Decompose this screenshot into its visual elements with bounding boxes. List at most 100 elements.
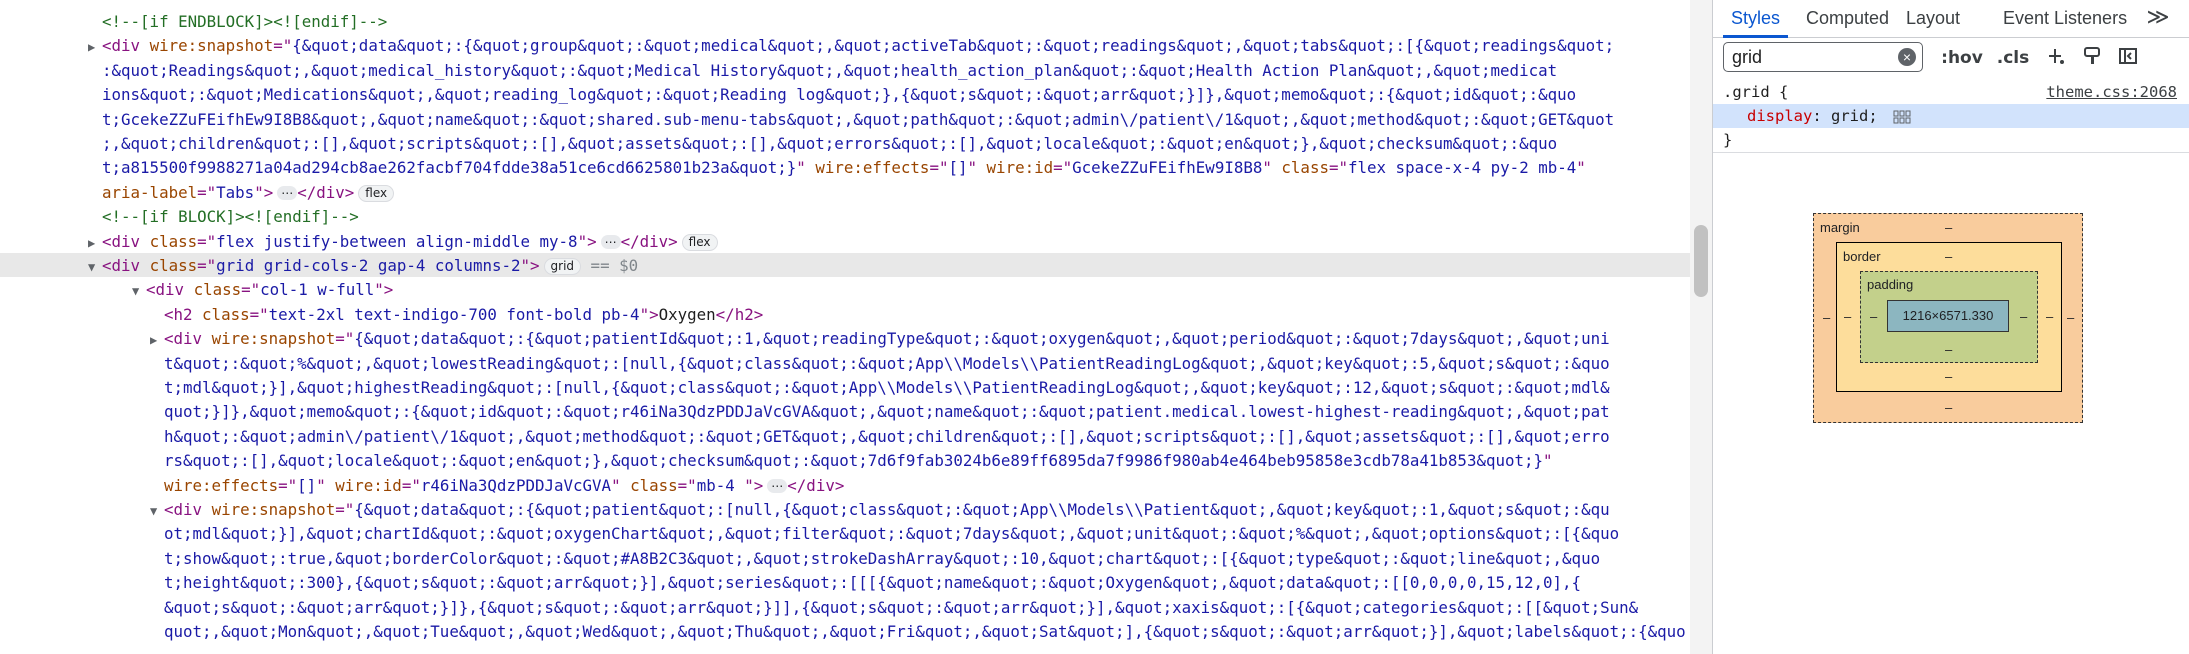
border-left-value: – <box>1844 309 1852 324</box>
layout-badge[interactable]: flex <box>358 184 395 202</box>
scrollbar-thumb[interactable] <box>1694 225 1708 297</box>
collapse-triangle-icon[interactable]: ▼ <box>150 499 164 523</box>
attr-value-token: t;mdl&quot;}],&quot;highestReading&quot;… <box>164 378 1610 397</box>
collapse-triangle-icon[interactable]: ▼ <box>132 279 146 303</box>
expand-triangle-icon[interactable]: ▶ <box>88 35 102 59</box>
clear-filter-icon[interactable]: × <box>1898 48 1916 66</box>
toggle-sidebar-icon[interactable] <box>2115 46 2141 70</box>
dom-tree-line[interactable]: ▶ <div wire:snapshot="{&quot;data&quot;:{… <box>88 34 1614 59</box>
dom-tree-line[interactable]: t;GcekeZZuFEifhEw9I8B8&quot;,&quot;name&… <box>102 108 1614 132</box>
dom-tree-line[interactable]: wire:effects="[]" wire:id="r46iNa3QdzPDD… <box>164 474 844 498</box>
attr-name-token: aria-label <box>102 182 198 202</box>
attr-value-token: t;a815500f9988271a04ad294cb8ae262facbf70… <box>102 158 797 178</box>
ellipsis-button[interactable]: ⋯ <box>767 479 788 494</box>
tab-layout[interactable]: Layout <box>1906 0 1960 37</box>
tag-token: =" <box>335 329 355 349</box>
tag-token: <div <box>102 36 150 56</box>
dom-tree-line[interactable]: <!--[if ENDBLOCK]><![endif]--> <box>102 10 387 34</box>
dom-tree-line[interactable]: ▶ <div wire:snapshot="{&quot;data&quot;:{… <box>150 327 1610 352</box>
tab-computed[interactable]: Computed <box>1806 0 1889 37</box>
box-model-padding[interactable]: padding – – – 1216×6571.330 <box>1860 271 2038 363</box>
rule-selector[interactable]: .grid { <box>1723 80 1788 104</box>
dom-tree-line[interactable]: <h2 class="text-2xl text-indigo-700 font… <box>164 303 763 327</box>
tab-styles[interactable]: Styles <box>1722 0 1789 38</box>
attr-value-token: flex justify-between align-middle my-8 <box>216 231 578 251</box>
border-top-value: – <box>1945 249 1953 264</box>
ellipsis-button[interactable]: ⋯ <box>277 186 298 201</box>
box-model-content[interactable]: 1216×6571.330 <box>1887 300 2009 332</box>
attr-value-token: ;,&quot;children&quot;:[],&quot;scripts&… <box>102 134 1558 153</box>
filter-input[interactable]: grid × <box>1723 42 1923 72</box>
dom-tree-line[interactable]: ot;mdl&quot;}],&quot;chartId&quot;:&quot… <box>164 522 1619 546</box>
attr-name-token: class <box>149 256 198 275</box>
layout-badge[interactable]: grid <box>543 258 582 275</box>
new-rule-icon[interactable] <box>2043 46 2069 70</box>
rule-source-link[interactable]: theme.css:2068 <box>2046 80 2177 104</box>
elements-panel[interactable]: <!--[if ENDBLOCK]><![endif]--> ▶ <div wire… <box>0 0 1690 654</box>
tag-token: </h2> <box>715 304 764 324</box>
declaration-display[interactable]: display: grid; <box>1713 104 2189 128</box>
styles-toolbar: grid × :hov .cls <box>1713 38 2189 80</box>
attr-value-token: t&quot;:&quot;%&quot;,&quot;lowestReadin… <box>164 353 1610 373</box>
tag-token: <div <box>164 500 212 519</box>
dom-tree-line[interactable]: <!--[if BLOCK]><![endif]--> <box>102 205 359 229</box>
box-model-margin[interactable]: margin – – – – border – – – – padding – … <box>1813 213 2083 423</box>
tag-token: "> <box>374 280 394 300</box>
attr-value-token: rs&quot;:[],&quot;locale&quot;:&quot;en&… <box>164 451 1544 471</box>
margin-top-value: – <box>1945 220 1953 235</box>
dom-tree-line[interactable]: ▼ <div class="grid grid-cols-2 gap-4 colu… <box>88 254 638 279</box>
tag-token: <div <box>102 256 150 275</box>
expand-triangle-icon[interactable]: ▶ <box>150 328 164 352</box>
attr-value-token: quot;}]},&quot;memo&quot;:{&quot;id&quot… <box>164 402 1610 422</box>
attr-name-token: class <box>149 231 198 251</box>
expand-triangle-icon[interactable]: ▶ <box>88 231 102 255</box>
attr-value-token: col-1 w-full <box>260 280 375 300</box>
more-tabs-icon[interactable]: ≫ <box>2143 0 2173 36</box>
elements-scrollbar[interactable] <box>1690 0 1712 654</box>
property-name[interactable]: display <box>1747 107 1812 125</box>
dom-tree-line[interactable]: t;mdl&quot;}],&quot;highestReading&quot;… <box>164 376 1610 400</box>
dom-tree-line[interactable]: :&quot;Readings&quot;,&quot;medical_hist… <box>102 59 1557 83</box>
dom-tree-line[interactable]: quot;}]},&quot;memo&quot;:{&quot;id&quot… <box>164 400 1610 424</box>
dom-tree-line[interactable]: rs&quot;:[],&quot;locale&quot;:&quot;en&… <box>164 449 1553 473</box>
layout-badge[interactable]: flex <box>681 233 718 251</box>
attr-name-token: wire:snapshot <box>149 36 274 56</box>
filter-value: grid <box>1732 47 1763 67</box>
attr-name-token: wire:effects <box>815 158 930 178</box>
dom-tree-line[interactable]: t&quot;:&quot;%&quot;,&quot;lowestReadin… <box>164 352 1610 376</box>
tag-token: " <box>611 475 631 495</box>
dom-tree-line[interactable]: quot;,&quot;Mon&quot;,&quot;Tue&quot;,&q… <box>164 620 1686 644</box>
paint-brush-icon[interactable] <box>2079 46 2105 70</box>
attr-name-token: class <box>1281 158 1329 178</box>
tag-token: =" <box>335 500 355 519</box>
dom-tree-line[interactable]: ▼ <div wire:snapshot="{&quot;data&quot;:{… <box>150 498 1610 523</box>
cls-button[interactable]: .cls <box>1993 46 2033 70</box>
dom-tree-line[interactable]: t;height&quot;:300},{&quot;s&quot;:&quot… <box>164 571 1581 595</box>
ellipsis-button[interactable]: ⋯ <box>600 235 621 250</box>
box-model-border[interactable]: border – – – – padding – – – 1216×6571.3… <box>1836 242 2062 392</box>
margin-bottom-value: – <box>1945 400 1953 415</box>
tag-token: " <box>967 158 987 178</box>
dom-tree-line[interactable]: ;,&quot;children&quot;:[],&quot;scripts&… <box>102 132 1557 156</box>
dom-tree-line[interactable]: &quot;s&quot;:&quot;arr&quot;}]},{&quot;… <box>164 596 1638 620</box>
grid-editor-icon[interactable] <box>1893 110 1911 124</box>
attr-value-token: r46iNa3QdzPDDJaVcGVA <box>420 475 612 495</box>
tag-token: =" <box>1053 158 1073 178</box>
property-value[interactable]: grid <box>1831 107 1868 125</box>
comment-token: <!--[if ENDBLOCK]><![endif]--> <box>102 12 388 31</box>
dom-tree-line[interactable]: aria-label="Tabs"> ⋯ </div> flex <box>102 181 395 205</box>
dom-tree-line[interactable]: t;a815500f9988271a04ad294cb8ae262facbf70… <box>102 156 1586 180</box>
tag-token: =" <box>273 36 293 56</box>
tag-token: "> <box>577 231 597 251</box>
dom-tree-line[interactable]: ions&quot;:&quot;Medications&quot;,&quot… <box>102 83 1576 107</box>
hov-button[interactable]: :hov <box>1941 46 1983 70</box>
attr-value-token: [] <box>297 475 317 495</box>
collapse-triangle-icon[interactable]: ▼ <box>88 255 102 279</box>
devtools-window: <!--[if ENDBLOCK]><![endif]--> ▶ <div wire… <box>0 0 2189 654</box>
attr-name-token: wire:id <box>335 475 402 495</box>
tab-event-listeners[interactable]: Event Listeners <box>2003 0 2127 37</box>
dom-tree-line[interactable]: t;show&quot;:true,&quot;borderColor&quot… <box>164 547 1600 571</box>
dom-tree-line[interactable]: h&quot;:&quot;admin\/patient\/1&quot;,&q… <box>164 425 1610 449</box>
dom-tree-line[interactable]: ▼ <div class="col-1 w-full"> <box>132 278 393 303</box>
dom-tree-line[interactable]: ▶ <div class="flex justify-between align-… <box>88 230 718 255</box>
